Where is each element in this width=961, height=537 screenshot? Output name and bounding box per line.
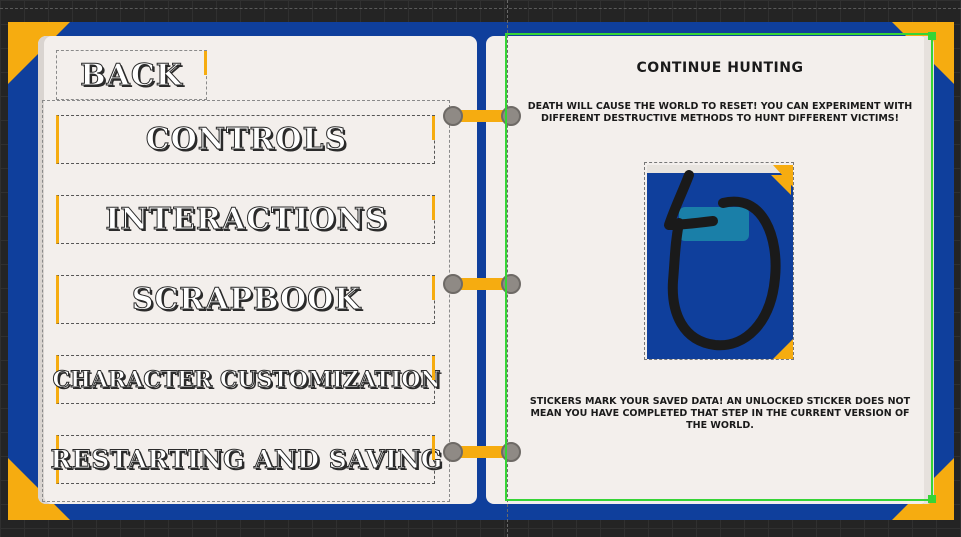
sticker-note: Stickers mark your saved data! An unlock… — [529, 396, 911, 431]
menu-item-label: INTERACTIONS — [105, 202, 388, 238]
back-label: BACK — [80, 57, 183, 93]
menu-item-label: RESTARTING AND SAVING — [50, 445, 443, 475]
menu-item-restarting-and-saving[interactable]: RESTARTING AND SAVING — [50, 435, 443, 484]
menu-item-label: CHARACTER CUSTOMIZATION — [52, 366, 441, 393]
menu-item-label: SCRAPBOOK — [131, 282, 362, 318]
detail-description: Death will cause the world to reset! You… — [527, 101, 913, 124]
selection-handle[interactable] — [928, 495, 936, 503]
menu-item-character-customization[interactable]: CHARACTER CUSTOMIZATION — [52, 355, 441, 404]
detail-title: CONTINUE HUNTING — [636, 60, 804, 76]
menu-item-scrapbook[interactable]: SCRAPBOOK — [56, 275, 435, 324]
sticker-frame — [644, 162, 794, 360]
menu-item-label: CONTROLS — [145, 122, 348, 158]
editor-guide-horizontal — [0, 8, 961, 9]
back-button[interactable]: BACK — [56, 50, 207, 100]
ring-hole — [443, 442, 463, 462]
selection-handle[interactable] — [928, 32, 936, 40]
menu-item-interactions[interactable]: INTERACTIONS — [56, 195, 435, 244]
restart-arrow-book-icon — [647, 165, 793, 359]
menu-item-controls[interactable]: CONTROLS — [56, 115, 435, 164]
ring-hole — [443, 106, 463, 126]
ring-hole — [443, 274, 463, 294]
